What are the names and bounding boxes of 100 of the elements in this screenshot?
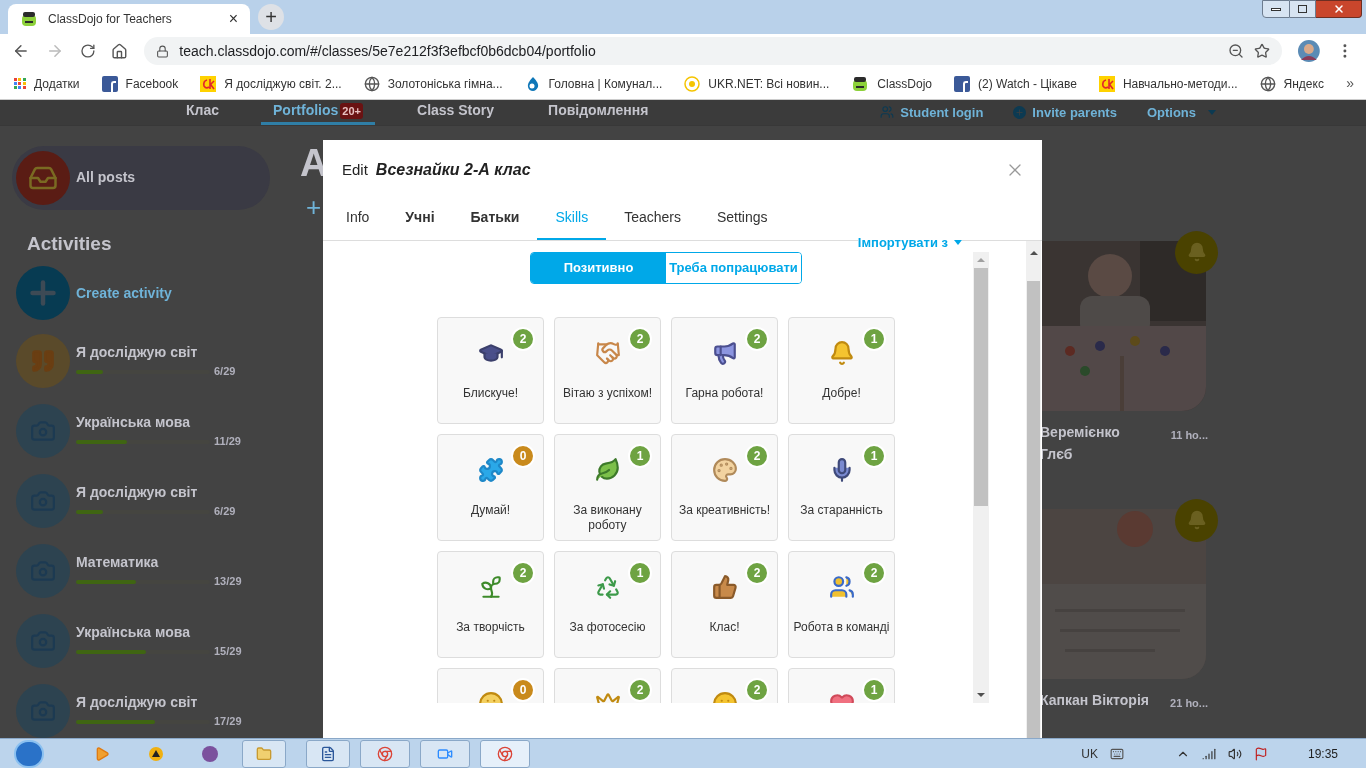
facebook-icon xyxy=(954,75,970,92)
nav-action[interactable]: Invite parents xyxy=(1013,102,1117,122)
back-icon[interactable] xyxy=(12,42,30,60)
skill-card[interactable]: 2 Клас! xyxy=(671,551,778,658)
plus-icon xyxy=(16,266,70,320)
minimize-button[interactable] xyxy=(1262,0,1290,18)
skill-card[interactable]: 1 За виконану роботу xyxy=(554,434,661,541)
nav-tab[interactable]: Portfolios 20+ xyxy=(261,100,376,125)
students-icon xyxy=(880,105,895,120)
bookmark[interactable]: (2) Watch - Цікаве xyxy=(954,74,1077,93)
zoom-out-icon[interactable] xyxy=(1228,43,1245,59)
close-icon xyxy=(1332,3,1345,15)
address-bar[interactable]: teach.classdojo.com/#/classes/5e7e212f3f3efbcf0b6dcb04/portfolio xyxy=(144,37,1283,65)
activity-name: Математика xyxy=(76,553,160,573)
all-posts-item[interactable]: All posts xyxy=(12,145,270,210)
skill-name: Клас! xyxy=(708,620,741,635)
bookmark[interactable]: Яндекс xyxy=(1259,74,1324,93)
bookmark[interactable]: Facebook xyxy=(101,74,179,93)
signal-icon[interactable] xyxy=(1201,746,1216,761)
activity-item[interactable]: Я досліджую світ 6/29 xyxy=(16,474,300,528)
start-button[interactable] xyxy=(14,739,44,768)
nav-action[interactable]: Options xyxy=(1146,102,1216,122)
skill-card[interactable]: 2 За творчість xyxy=(437,551,544,658)
quote-icon xyxy=(16,334,70,388)
minimize-icon xyxy=(1271,7,1281,11)
count-badge: 2 xyxy=(511,327,535,351)
activity-item[interactable]: Математика 13/29 xyxy=(16,544,300,598)
skill-card[interactable]: 2 Гарна робота! xyxy=(671,317,778,424)
megaphone-icon xyxy=(711,340,738,366)
chrome-icon[interactable] xyxy=(480,739,530,768)
tab-close-button[interactable]: × xyxy=(228,11,238,27)
skill-card[interactable]: 1 Добре! xyxy=(788,317,895,424)
restore-icon xyxy=(1298,5,1307,13)
dialog-tab[interactable]: Settings xyxy=(698,196,786,240)
volume-icon[interactable] xyxy=(1227,746,1242,761)
count-badge: 0 xyxy=(511,444,535,468)
bookmark[interactable]: UKR.NET: Всі новин... xyxy=(684,74,830,93)
skill-card[interactable]: 2 За креативність! xyxy=(671,434,778,541)
count-badge: 20+ xyxy=(340,102,364,119)
clock[interactable]: 19:35 xyxy=(1307,744,1338,763)
nav-action[interactable]: Student login xyxy=(880,102,984,122)
people-icon xyxy=(828,574,855,600)
star-icon[interactable] xyxy=(1254,43,1271,59)
dialog-tab[interactable]: Teachers xyxy=(606,196,699,240)
count-badge: 1 xyxy=(862,444,886,468)
nav-tab[interactable]: Клас xyxy=(174,100,231,125)
skill-card[interactable]: 1 За старанність xyxy=(788,434,895,541)
more-bookmarks[interactable]: » xyxy=(1346,73,1354,94)
activity-count: 6/29 xyxy=(214,504,236,520)
activity-count: 13/29 xyxy=(214,574,242,590)
nav-tab[interactable]: Повідомлення xyxy=(536,100,661,125)
word-icon[interactable] xyxy=(306,739,350,768)
skill-name: Добре! xyxy=(821,386,862,401)
chrome-icon[interactable] xyxy=(360,739,410,768)
new-tab-button[interactable]: + xyxy=(258,4,284,30)
monster-icon xyxy=(851,75,870,92)
camera-icon xyxy=(16,474,70,528)
skill-card[interactable]: 1 За фотосесію xyxy=(554,551,661,658)
dialog-tab[interactable]: Учні xyxy=(387,196,453,240)
dialog-tab[interactable]: Info xyxy=(328,196,388,240)
dialog-tab[interactable]: Батьки xyxy=(452,196,538,240)
bookmark[interactable]: Навчально-методи... xyxy=(1098,74,1238,93)
scrollbar[interactable] xyxy=(1026,241,1041,738)
tab-title: ClassDojo for Teachers xyxy=(48,11,173,28)
reload-icon[interactable] xyxy=(79,43,96,59)
bookmark[interactable]: Додатки xyxy=(14,74,80,93)
skill-card[interactable]: 2 Вітаю з успіхом! xyxy=(554,317,661,424)
close-window-button[interactable] xyxy=(1316,0,1362,18)
bookmark[interactable]: Золотоніська гімна... xyxy=(363,74,503,93)
avatar-icon[interactable] xyxy=(1298,40,1321,62)
language-indicator[interactable]: UK xyxy=(1081,744,1098,763)
activity-item[interactable]: Українська мова 11/29 xyxy=(16,404,300,458)
bookmark[interactable]: Головна | Комунал... xyxy=(524,74,663,93)
keyboard-icon[interactable] xyxy=(1109,746,1124,761)
skill-name: Думай! xyxy=(469,503,512,518)
skill-name: Блискуче! xyxy=(461,386,520,401)
palette-icon xyxy=(711,457,738,483)
restore-button[interactable] xyxy=(1290,0,1316,18)
bookmark[interactable]: ClassDojo xyxy=(851,74,932,93)
scrollbar[interactable] xyxy=(973,252,989,703)
skill-card[interactable]: 2 Блискуче! xyxy=(437,317,544,424)
student-name: Капкан Вікторія xyxy=(1040,690,1150,710)
activity-item[interactable]: Я досліджую світ 17/29 xyxy=(16,684,300,738)
count-badge: 2 xyxy=(628,678,652,702)
skill-name: За творчість xyxy=(455,620,526,635)
skill-card[interactable]: 2 Робота в команді xyxy=(788,551,895,658)
ck-logo-icon xyxy=(1098,75,1115,92)
nav-tab[interactable]: Class Story xyxy=(405,100,507,125)
create-activity[interactable]: Create activity xyxy=(16,266,300,320)
activity-item[interactable]: Я досліджую світ 6/29 xyxy=(16,334,300,388)
activity-name: Я досліджую світ xyxy=(76,693,199,713)
home-icon[interactable] xyxy=(111,42,129,60)
browser-tab[interactable]: ClassDojo for Teachers × xyxy=(8,4,250,34)
activity-name: Я досліджую світ xyxy=(76,343,199,363)
bookmark[interactable]: Я досліджую світ. 2... xyxy=(200,74,342,93)
skill-card[interactable]: 0 Думай! xyxy=(437,434,544,541)
flag-icon[interactable] xyxy=(1253,746,1268,761)
activities-heading: Activities xyxy=(27,231,113,256)
leaf-icon xyxy=(594,457,621,483)
activity-item[interactable]: Українська мова 15/29 xyxy=(16,614,300,668)
